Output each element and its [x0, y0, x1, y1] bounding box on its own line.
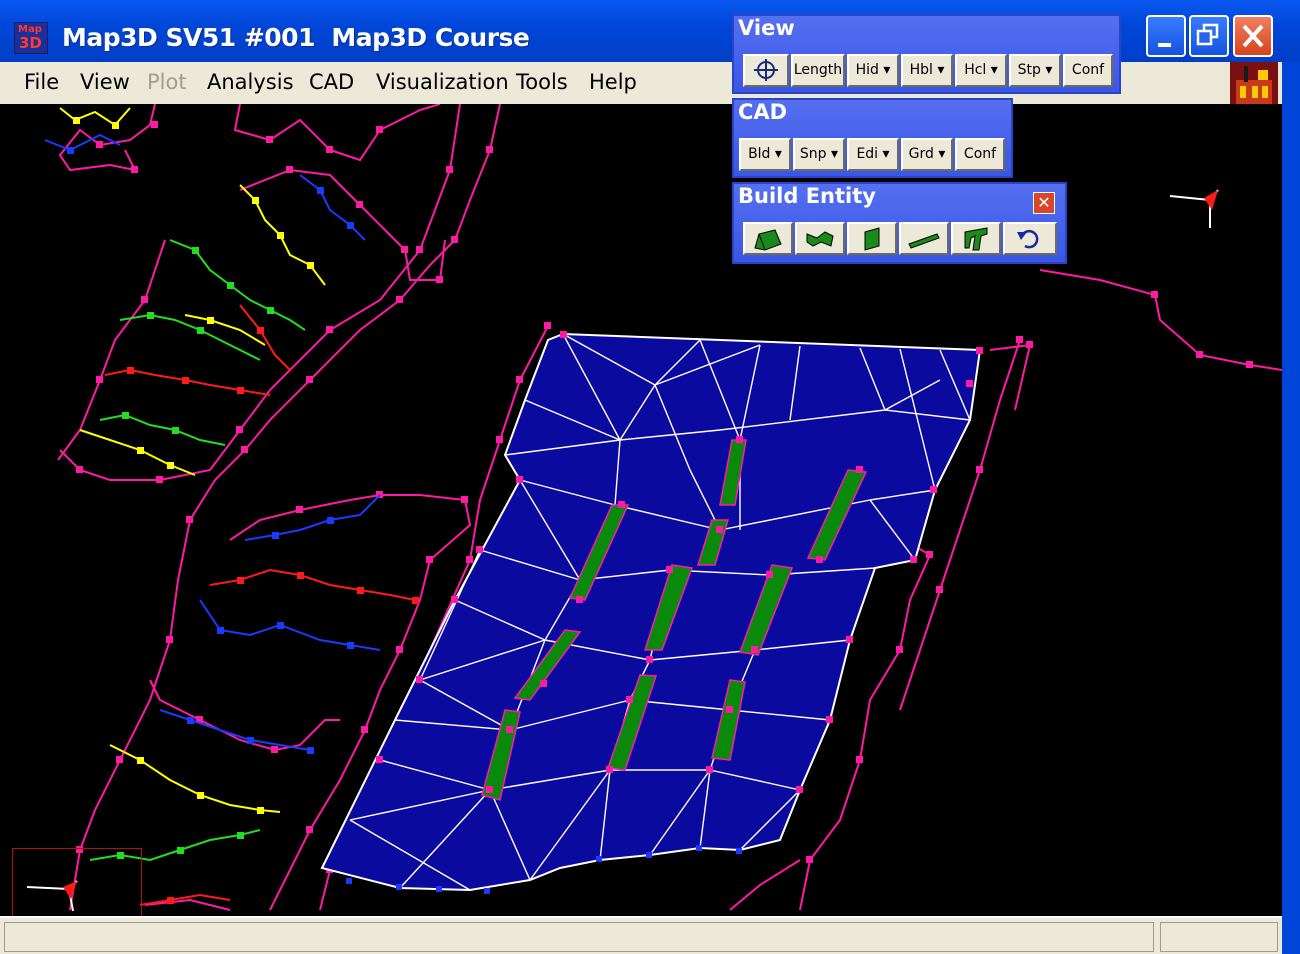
close-button[interactable]: [1233, 15, 1273, 57]
solid-block-icon: [754, 229, 782, 251]
plane-icon: [864, 227, 880, 251]
status-panel-main: [4, 922, 1154, 952]
hcl-button[interactable]: Hcl ▾: [955, 54, 1007, 87]
menu-visualization[interactable]: Visualization: [376, 70, 509, 94]
grd-label: Grd: [908, 146, 934, 162]
minimize-icon: [1158, 43, 1171, 47]
build-entity-toolbar-title: Build Entity: [738, 184, 876, 208]
restore-icon: [1196, 23, 1219, 46]
menu-view[interactable]: View: [80, 70, 130, 94]
menu-file[interactable]: File: [24, 70, 59, 94]
line-icon: [908, 233, 940, 249]
chevron-down-icon: ▾: [770, 146, 782, 162]
line-button[interactable]: [899, 222, 949, 255]
build-entity-close-button[interactable]: ✕: [1033, 192, 1055, 214]
crosshair-button[interactable]: [743, 54, 789, 87]
map-drawing: [44, 103, 1283, 911]
chevron-down-icon: ▾: [986, 62, 998, 78]
surface-icon: [806, 231, 834, 247]
chevron-down-icon: ▾: [826, 146, 839, 162]
hbl-label: Hbl: [909, 62, 933, 78]
undo-icon: [1017, 229, 1039, 249]
chevron-down-icon: ▾: [878, 146, 890, 162]
axis-arrow: [1204, 190, 1218, 210]
chevron-down-icon: ▾: [932, 62, 945, 78]
undo-button[interactable]: [1003, 222, 1057, 255]
surface-button[interactable]: [795, 222, 845, 255]
crosshair-icon: [754, 59, 778, 81]
menu-tools[interactable]: Tools: [516, 70, 568, 94]
status-panel-right: [1160, 922, 1278, 952]
menu-cad[interactable]: CAD: [309, 70, 354, 94]
menu-help[interactable]: Help: [589, 70, 637, 94]
chevron-down-icon: ▾: [1040, 62, 1053, 78]
edi-label: Edi: [856, 146, 879, 162]
menu-analysis[interactable]: Analysis: [207, 70, 294, 94]
section-strings: [44, 107, 416, 906]
stp-label: Stp: [1017, 62, 1041, 78]
minimize-button[interactable]: [1146, 15, 1186, 57]
window-frame-right: [1282, 62, 1300, 954]
snp-label: Snp: [799, 146, 827, 162]
hcl-label: Hcl: [964, 62, 987, 78]
map-canvas[interactable]: [0, 103, 1283, 916]
window-title: Map3D SV51 #001 Map3D Course: [62, 23, 530, 52]
tunnel-button[interactable]: [951, 222, 1001, 255]
tin-surface: [320, 332, 982, 892]
navigation-viewport[interactable]: [12, 848, 142, 918]
hid-label: Hid: [855, 62, 879, 78]
close-icon: ✕: [1037, 193, 1051, 212]
stp-button[interactable]: Stp ▾: [1009, 54, 1061, 87]
grd-button[interactable]: Grd ▾: [901, 138, 953, 171]
view-toolbar-title: View: [738, 16, 795, 40]
restore-button[interactable]: [1189, 15, 1229, 57]
app-logo-text-bottom: 3D: [19, 34, 42, 52]
length-button[interactable]: Length: [791, 54, 845, 87]
close-icon: [1242, 24, 1264, 48]
edi-button[interactable]: Edi ▾: [847, 138, 899, 171]
cad-toolbar-title: CAD: [738, 100, 788, 124]
corner-logo-icon: [1230, 62, 1278, 108]
bld-label: Bld: [748, 146, 771, 162]
tunnel-icon: [964, 227, 988, 251]
app-logo-icon: Map 3D: [14, 22, 48, 54]
view-conf-button[interactable]: Conf: [1063, 54, 1113, 87]
chevron-down-icon: ▾: [933, 146, 946, 162]
cad-conf-button[interactable]: Conf: [955, 138, 1005, 171]
hid-button[interactable]: Hid ▾: [847, 54, 899, 87]
bld-button[interactable]: Bld ▾: [739, 138, 791, 171]
nav-axis-icon: [26, 880, 78, 912]
menu-plot: Plot: [147, 70, 187, 94]
chevron-down-icon: ▾: [878, 62, 891, 78]
snp-button[interactable]: Snp ▾: [793, 138, 845, 171]
plane-button[interactable]: [847, 222, 897, 255]
hbl-button[interactable]: Hbl ▾: [901, 54, 953, 87]
solid-block-button[interactable]: [743, 222, 793, 255]
